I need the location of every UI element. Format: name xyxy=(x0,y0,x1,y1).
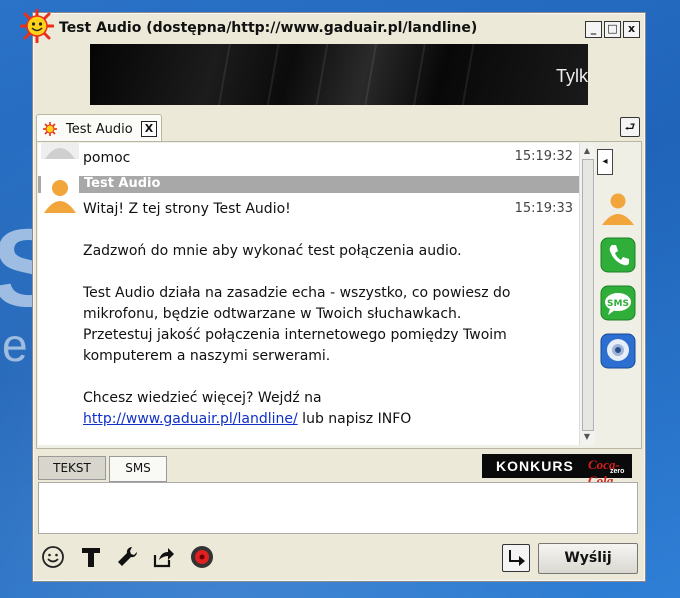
maximize-button[interactable]: □ xyxy=(604,21,621,38)
enter-sends-toggle[interactable] xyxy=(502,544,530,572)
emoticon-icon[interactable] xyxy=(41,545,65,569)
test-audio-avatar-icon xyxy=(41,175,79,213)
tab-label: Test Audio xyxy=(66,122,133,137)
webcam-icon[interactable] xyxy=(600,333,636,369)
record-icon[interactable] xyxy=(190,545,214,569)
message-line xyxy=(83,220,510,241)
sms-icon[interactable]: SMS xyxy=(600,285,636,321)
message-line: lub napisz INFO xyxy=(297,411,412,427)
message-time: 15:19:32 xyxy=(514,149,573,164)
message-line: Chcesz wiedzieć więcej? Wejdź na xyxy=(83,390,322,406)
landline-link[interactable]: http://www.gaduair.pl/landline/ xyxy=(83,411,298,427)
message-input[interactable] xyxy=(38,482,638,534)
sidebar-collapse-button[interactable]: ◂ xyxy=(597,149,613,175)
scroll-up-arrow-icon[interactable]: ▲ xyxy=(581,145,593,157)
enter-arrow-icon xyxy=(509,550,525,566)
message-line: komputerem a naszymi serwerami. xyxy=(83,348,331,364)
close-button[interactable]: x xyxy=(623,21,640,38)
message-line: Zadzwoń do mnie aby wykonać test połącze… xyxy=(83,243,462,259)
scroll-thumb[interactable] xyxy=(582,159,594,431)
promo-text: KONKURS xyxy=(496,458,574,474)
chat-window: Test Audio (dostępna/http://www.gaduair.… xyxy=(20,9,646,582)
promo-banner[interactable]: KONKURS Coca-Cola zero xyxy=(482,454,632,488)
title-bar[interactable]: Test Audio (dostępna/http://www.gaduair.… xyxy=(1,1,680,43)
text-format-icon[interactable] xyxy=(79,545,103,569)
message-header: Test Audio xyxy=(38,176,579,193)
promo-brand-sub: zero xyxy=(610,468,625,475)
minimize-button[interactable]: _ xyxy=(585,21,602,38)
phone-call-icon[interactable] xyxy=(600,237,636,273)
message-line: Witaj! Z tej strony Test Audio! xyxy=(83,201,291,217)
tab-sms[interactable]: SMS xyxy=(109,456,167,482)
scroll-down-arrow-icon[interactable]: ▼ xyxy=(581,431,593,443)
sender-name: Test Audio xyxy=(84,176,161,191)
sms-icon-label: SMS xyxy=(607,299,629,309)
banner-text: Tylk xyxy=(555,66,588,86)
send-button[interactable]: Wyślij xyxy=(538,543,638,574)
message-line: Test Audio działa na zasadzie echa - wsz… xyxy=(83,285,511,301)
default-avatar-icon xyxy=(41,143,79,159)
message-line: Przetestuj jakość połączenia internetowe… xyxy=(83,327,507,343)
gadu-gadu-sun-logo-icon xyxy=(20,9,54,43)
detach-tab-button[interactable]: ⮐ xyxy=(620,117,640,137)
tab-tekst[interactable]: TEKST xyxy=(38,456,106,480)
tools-icon[interactable] xyxy=(115,545,139,569)
chat-history[interactable]: pomoc 15:19:32 Test Audio 15:19:33 Witaj… xyxy=(38,143,579,445)
tab-close-button[interactable]: X xyxy=(141,121,157,137)
share-icon[interactable] xyxy=(151,545,175,569)
message-text: pomoc xyxy=(83,150,131,166)
contact-person-icon[interactable] xyxy=(600,189,636,225)
message-line: mikrofonu, będzie odtwarzane w Twoich sł… xyxy=(83,306,462,322)
window-title: Test Audio (dostępna/http://www.gaduair.… xyxy=(59,20,478,36)
tab-test-audio[interactable]: Test Audio X xyxy=(36,114,162,143)
chat-scrollbar[interactable]: ▲ ▼ xyxy=(579,143,595,445)
status-sun-icon xyxy=(43,122,57,136)
message-line xyxy=(83,262,510,283)
ad-banner[interactable]: Tylk xyxy=(90,44,588,105)
message-line xyxy=(83,367,510,388)
message-time: 15:19:33 xyxy=(514,201,573,216)
message-body: Witaj! Z tej strony Test Audio! Zadzwoń … xyxy=(83,199,510,430)
desktop-decoration: e xyxy=(2,319,28,371)
